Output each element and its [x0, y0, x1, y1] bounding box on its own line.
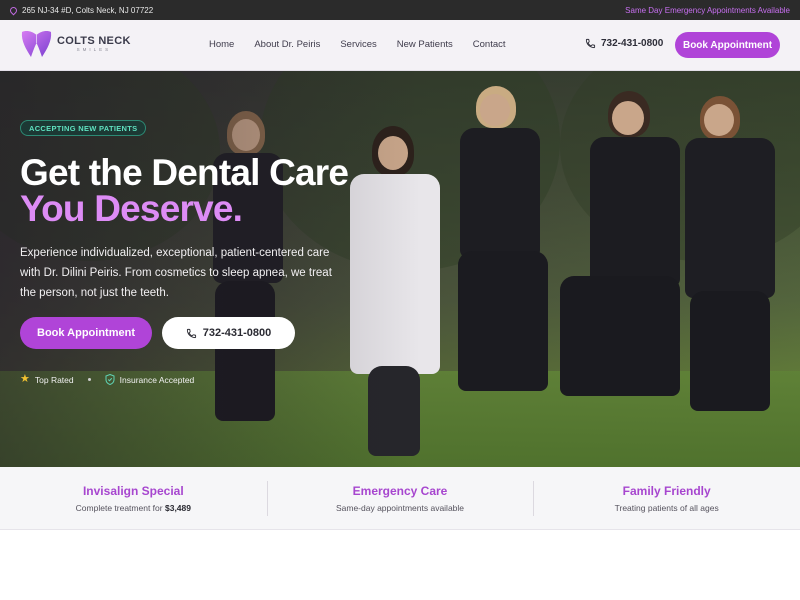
nav-book-appointment-button[interactable]: Book Appointment — [675, 32, 780, 58]
hero-heading-line-2: You Deserve. — [20, 188, 243, 229]
nav-services[interactable]: Services — [340, 39, 376, 50]
trust-indicators: ★ Top Rated Insurance Accepted — [20, 374, 194, 385]
map-pin-icon — [8, 5, 19, 15]
star-icon: ★ — [20, 373, 30, 385]
accepting-patients-badge: ACCEPTING NEW PATIENTS — [20, 120, 147, 136]
feature-emergency-care[interactable]: Emergency Care Same-day appointments ava… — [266, 467, 534, 529]
trust-separator — [87, 378, 91, 381]
emergency-notice[interactable]: Same Day Emergency Appointments Availabl… — [625, 6, 790, 15]
feature-description-text: Complete treatment for — [75, 502, 163, 513]
hero-section: ACCEPTING NEW PATIENTS Get the Dental Ca… — [0, 71, 800, 467]
trust-top-rated: ★ Top Rated — [20, 374, 74, 385]
feature-family-friendly[interactable]: Family Friendly Treating patients of all… — [533, 467, 800, 529]
feature-description: Treating patients of all ages — [614, 502, 719, 513]
address-text: 265 NJ-34 #D, Colts Neck, NJ 07722 — [22, 5, 154, 15]
hero-book-appointment-button[interactable]: Book Appointment — [20, 317, 152, 349]
hero-subtext: Experience individualized, exceptional, … — [20, 247, 332, 299]
logo-line-2: SMILES — [76, 46, 112, 52]
feature-description: Same-day appointments available — [335, 502, 465, 513]
trust-top-rated-label: Top Rated — [34, 374, 74, 385]
nav-phone-number: 732-431-0800 — [601, 38, 664, 49]
shield-icon — [105, 374, 115, 385]
nav-links: Home About Dr. Peiris Services New Patie… — [209, 39, 526, 50]
top-info-bar: 265 NJ-34 #D, Colts Neck, NJ 07722 Same … — [0, 0, 800, 20]
trust-insurance-label: Insurance Accepted — [119, 374, 195, 385]
nav-about[interactable]: About Dr. Peiris — [254, 39, 320, 50]
feature-invisalign[interactable]: Invisalign Special Complete treatment fo… — [0, 467, 267, 529]
main-navigation: COLTS NECK SMILES Home About Dr. Peiris … — [0, 20, 800, 71]
trust-insurance: Insurance Accepted — [105, 374, 195, 385]
address: 265 NJ-34 #D, Colts Neck, NJ 07722 — [8, 5, 154, 15]
tooth-logo-icon — [21, 31, 52, 57]
feature-strip: Invisalign Special Complete treatment fo… — [0, 467, 800, 530]
nav-home[interactable]: Home — [209, 39, 234, 50]
hero-call-button[interactable]: 732-431-0800 — [162, 317, 295, 349]
nav-phone-link[interactable]: 732-431-0800 — [585, 38, 663, 49]
phone-icon — [585, 38, 596, 49]
feature-title: Emergency Care — [352, 483, 448, 498]
feature-title: Invisalign Special — [82, 483, 184, 498]
invisalign-price: $3,489 — [164, 502, 191, 513]
nav-new-patients[interactable]: New Patients — [397, 39, 453, 50]
site-logo[interactable]: COLTS NECK SMILES — [20, 29, 131, 59]
feature-title: Family Friendly — [622, 483, 711, 498]
feature-description: Complete treatment for $3,489 — [76, 503, 191, 513]
phone-icon — [186, 328, 196, 338]
nav-contact[interactable]: Contact — [473, 39, 506, 50]
logo-line-1: COLTS NECK — [57, 34, 131, 47]
hero-call-number: 732-431-0800 — [202, 327, 272, 339]
